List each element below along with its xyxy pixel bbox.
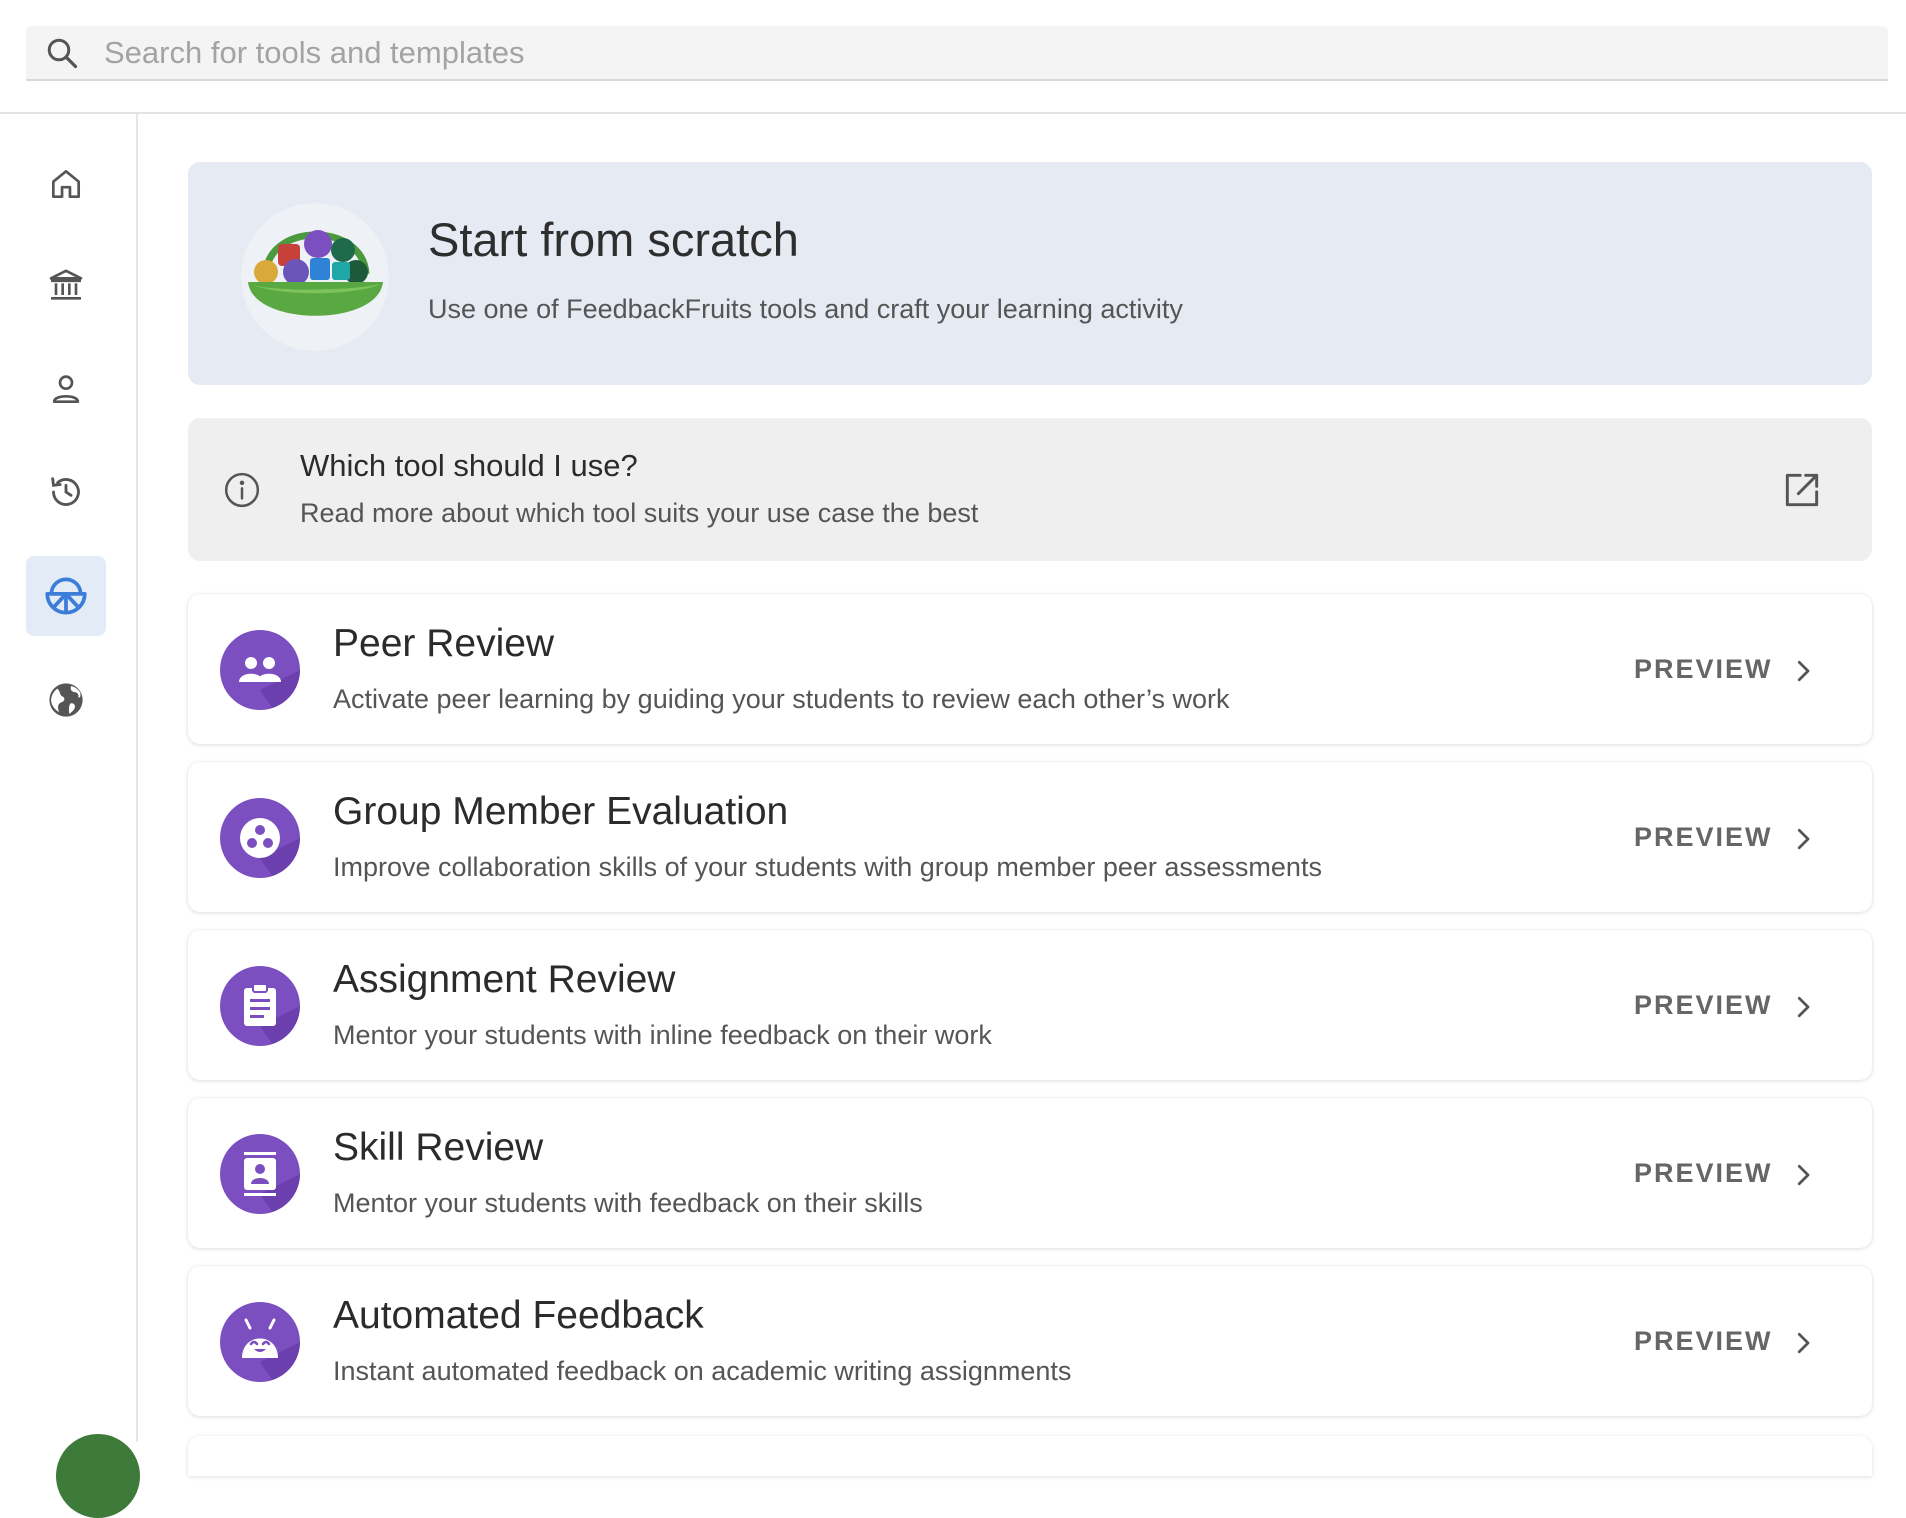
tools-basket-illustration — [241, 203, 389, 351]
automated-feedback-icon — [220, 1302, 300, 1382]
tool-description: Activate peer learning by guiding your s… — [333, 684, 1230, 714]
sidebar-item-profile[interactable] — [26, 349, 106, 429]
sidebar-item-institution[interactable] — [26, 245, 106, 325]
tool-name: Skill Review — [333, 1126, 544, 1169]
group-member-evaluation-icon — [220, 798, 300, 878]
chevron-right-icon[interactable] — [1788, 824, 1818, 854]
info-icon — [224, 472, 260, 508]
external-link-icon[interactable] — [1780, 468, 1824, 512]
tool-card-group-member-evaluation[interactable]: Group Member Evaluation Improve collabor… — [188, 762, 1872, 912]
preview-button[interactable]: PREVIEW — [1634, 1326, 1773, 1357]
tool-description: Instant automated feedback on academic w… — [333, 1356, 1072, 1386]
person-icon — [52, 375, 80, 404]
tool-description: Improve collaboration skills of your stu… — [333, 852, 1322, 882]
search-icon — [47, 38, 78, 68]
tool-card-skill-review[interactable]: Skill Review Mentor your students with f… — [188, 1098, 1872, 1248]
institution-icon — [49, 269, 83, 300]
info-title: Which tool should I use? — [300, 448, 638, 483]
sidebar-item-history[interactable] — [26, 452, 106, 532]
avatar[interactable] — [56, 1434, 140, 1518]
peer-review-icon — [220, 630, 300, 710]
header-divider — [0, 112, 1906, 114]
tool-name: Peer Review — [333, 622, 555, 665]
which-tool-card[interactable]: Which tool should I use? Read more about… — [188, 418, 1872, 561]
tool-description: Mentor your students with inline feedbac… — [333, 1020, 992, 1050]
basket-icon — [45, 577, 87, 615]
search-bar[interactable] — [26, 26, 1888, 81]
info-subtitle: Read more about which tool suits your us… — [300, 498, 979, 528]
history-icon — [51, 477, 80, 506]
tool-name: Group Member Evaluation — [333, 790, 789, 833]
tool-card-automated-feedback[interactable]: Automated Feedback Instant automated fee… — [188, 1266, 1872, 1416]
sidebar-item-home[interactable] — [26, 144, 106, 224]
hero-title: Start from scratch — [428, 213, 799, 266]
assignment-review-icon — [220, 966, 300, 1046]
sidebar — [0, 114, 140, 1518]
tool-card-assignment-review[interactable]: Assignment Review Mentor your students w… — [188, 930, 1872, 1080]
skill-review-icon — [220, 1134, 300, 1214]
tool-card-partial[interactable] — [188, 1436, 1872, 1476]
sidebar-item-community[interactable] — [26, 660, 106, 740]
hero-subtitle: Use one of FeedbackFruits tools and craf… — [428, 294, 1183, 324]
preview-button[interactable]: PREVIEW — [1634, 1158, 1773, 1189]
chevron-right-icon[interactable] — [1788, 656, 1818, 686]
preview-button[interactable]: PREVIEW — [1634, 822, 1773, 853]
chevron-right-icon[interactable] — [1788, 1160, 1818, 1190]
tool-description: Mentor your students with feedback on th… — [333, 1188, 923, 1218]
preview-button[interactable]: PREVIEW — [1634, 654, 1773, 685]
chevron-right-icon[interactable] — [1788, 1328, 1818, 1358]
start-from-scratch-card[interactable]: Start from scratch Use one of FeedbackFr… — [188, 162, 1872, 385]
home-icon — [51, 169, 81, 199]
tool-name: Assignment Review — [333, 958, 676, 1001]
chevron-right-icon[interactable] — [1788, 992, 1818, 1022]
globe-icon — [49, 683, 83, 717]
tool-name: Automated Feedback — [333, 1294, 704, 1337]
preview-button[interactable]: PREVIEW — [1634, 990, 1773, 1021]
search-input[interactable] — [102, 26, 1806, 79]
sidebar-item-tools[interactable] — [26, 556, 106, 636]
tool-card-peer-review[interactable]: Peer Review Activate peer learning by gu… — [188, 594, 1872, 744]
